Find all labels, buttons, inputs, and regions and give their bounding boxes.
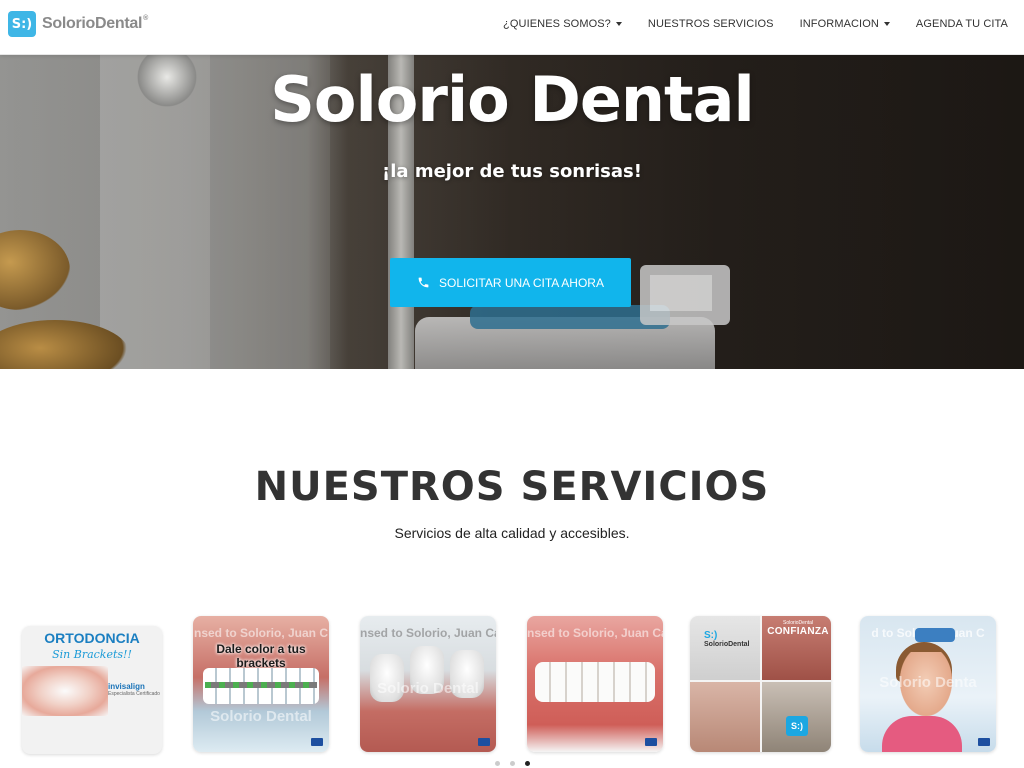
phone-icon: [418, 277, 429, 288]
nav-item-agenda-tu-cita[interactable]: AGENDA TU CITA: [916, 18, 1008, 30]
nav-label: INFORMACION: [799, 18, 879, 30]
card-watermark: Solorio Denta: [879, 674, 977, 691]
nav-label: NUESTROS SERVICIOS: [647, 18, 774, 30]
services-title: NUESTROS SERVICIOS: [254, 464, 770, 510]
card-tagline: Sin Brackets!!: [52, 648, 132, 661]
hero-bg-monitor: [640, 265, 730, 325]
request-appointment-button[interactable]: SOLICITAR UNA CITA AHORA: [390, 258, 631, 307]
nav-label: AGENDA TU CITA: [915, 18, 1008, 30]
carousel-dot[interactable]: [509, 761, 515, 766]
card-headline: ORTODONCIA: [44, 630, 140, 646]
clinic-photo: [690, 682, 760, 752]
card-watermark: Solorio Dental: [377, 680, 479, 697]
teeth-image: [535, 662, 655, 702]
cta-label: SOLICITAR UNA CITA AHORA: [439, 275, 604, 290]
source-tag-icon: [478, 738, 490, 746]
scanner-image: [915, 628, 955, 642]
card-headline: SolorioDental CONFIANZA: [767, 620, 829, 637]
nav-item-quienes-somos[interactable]: ¿QUIENES SOMOS?: [503, 18, 622, 30]
services-subtitle: Servicios de alta calidad y accesibles.: [394, 525, 630, 541]
source-tag-icon: [311, 738, 323, 746]
main-nav: ¿QUIENES SOMOS? NUESTROS SERVICIOS INFOR…: [477, 0, 1008, 48]
patient-image: [882, 716, 962, 752]
carousel-dot-active[interactable]: [524, 761, 530, 766]
service-card-ortodoncia[interactable]: ORTODONCIA Sin Brackets!! invisalign Esp…: [22, 626, 162, 754]
brackets-image: [205, 682, 317, 688]
service-card-confianza[interactable]: S:) SolorioDental SolorioDental CONFIANZ…: [690, 616, 831, 752]
brand-name: SolorioDental®: [42, 15, 148, 32]
card-watermark: Solorio Dental: [210, 708, 312, 725]
card-logo: S:) SolorioDental: [704, 630, 750, 648]
invisalign-logo: invisalign Especialista Certificado: [108, 682, 160, 697]
caret-down-icon: [883, 22, 890, 26]
brand-logo[interactable]: S:) SolorioDental®: [8, 11, 148, 37]
hero-subtitle: ¡la mejor de tus sonrisas!: [382, 161, 642, 182]
carousel-pagination: [0, 761, 1024, 766]
hero-banner: Solorio Dental ¡la mejor de tus sonrisas…: [0, 55, 1024, 369]
navbar: S:) SolorioDental® ¿QUIENES SOMOS? NUEST…: [0, 0, 1024, 55]
carousel-dot[interactable]: [494, 761, 500, 766]
card-headline: Dale color a tus brackets: [216, 642, 306, 670]
card-watermark: nsed to Solorio, Juan Ca: [527, 626, 663, 640]
clinic-photo: [690, 616, 760, 680]
service-card-radiografia[interactable]: d to Solorio, Juan C Solorio Denta: [860, 616, 996, 752]
card-watermark: nsed to Solorio, Juan Ca: [360, 626, 496, 640]
caret-down-icon: [615, 22, 622, 26]
nav-label: ¿QUIENES SOMOS?: [503, 18, 611, 30]
brand-mark-icon: S:): [8, 11, 36, 37]
hero-bg-chair: [0, 230, 70, 310]
service-card-coronas[interactable]: nsed to Solorio, Juan Ca Solorio Dental: [360, 616, 496, 752]
service-card-carillas[interactable]: nsed to Solorio, Juan Ca: [527, 616, 663, 752]
nav-item-informacion[interactable]: INFORMACION: [800, 18, 890, 30]
brand-badge-icon: S:): [786, 716, 808, 736]
source-tag-icon: [978, 738, 990, 746]
hero-title: Solorio Dental: [270, 63, 754, 136]
services-carousel: ORTODONCIA Sin Brackets!! invisalign Esp…: [0, 616, 1024, 756]
smile-image: [22, 666, 108, 716]
nav-item-nuestros-servicios[interactable]: NUESTROS SERVICIOS: [648, 18, 774, 30]
source-tag-icon: [645, 738, 657, 746]
service-card-brackets[interactable]: nsed to Solorio, Juan C Dale color a tus…: [193, 616, 329, 752]
card-watermark: nsed to Solorio, Juan C: [193, 626, 328, 640]
